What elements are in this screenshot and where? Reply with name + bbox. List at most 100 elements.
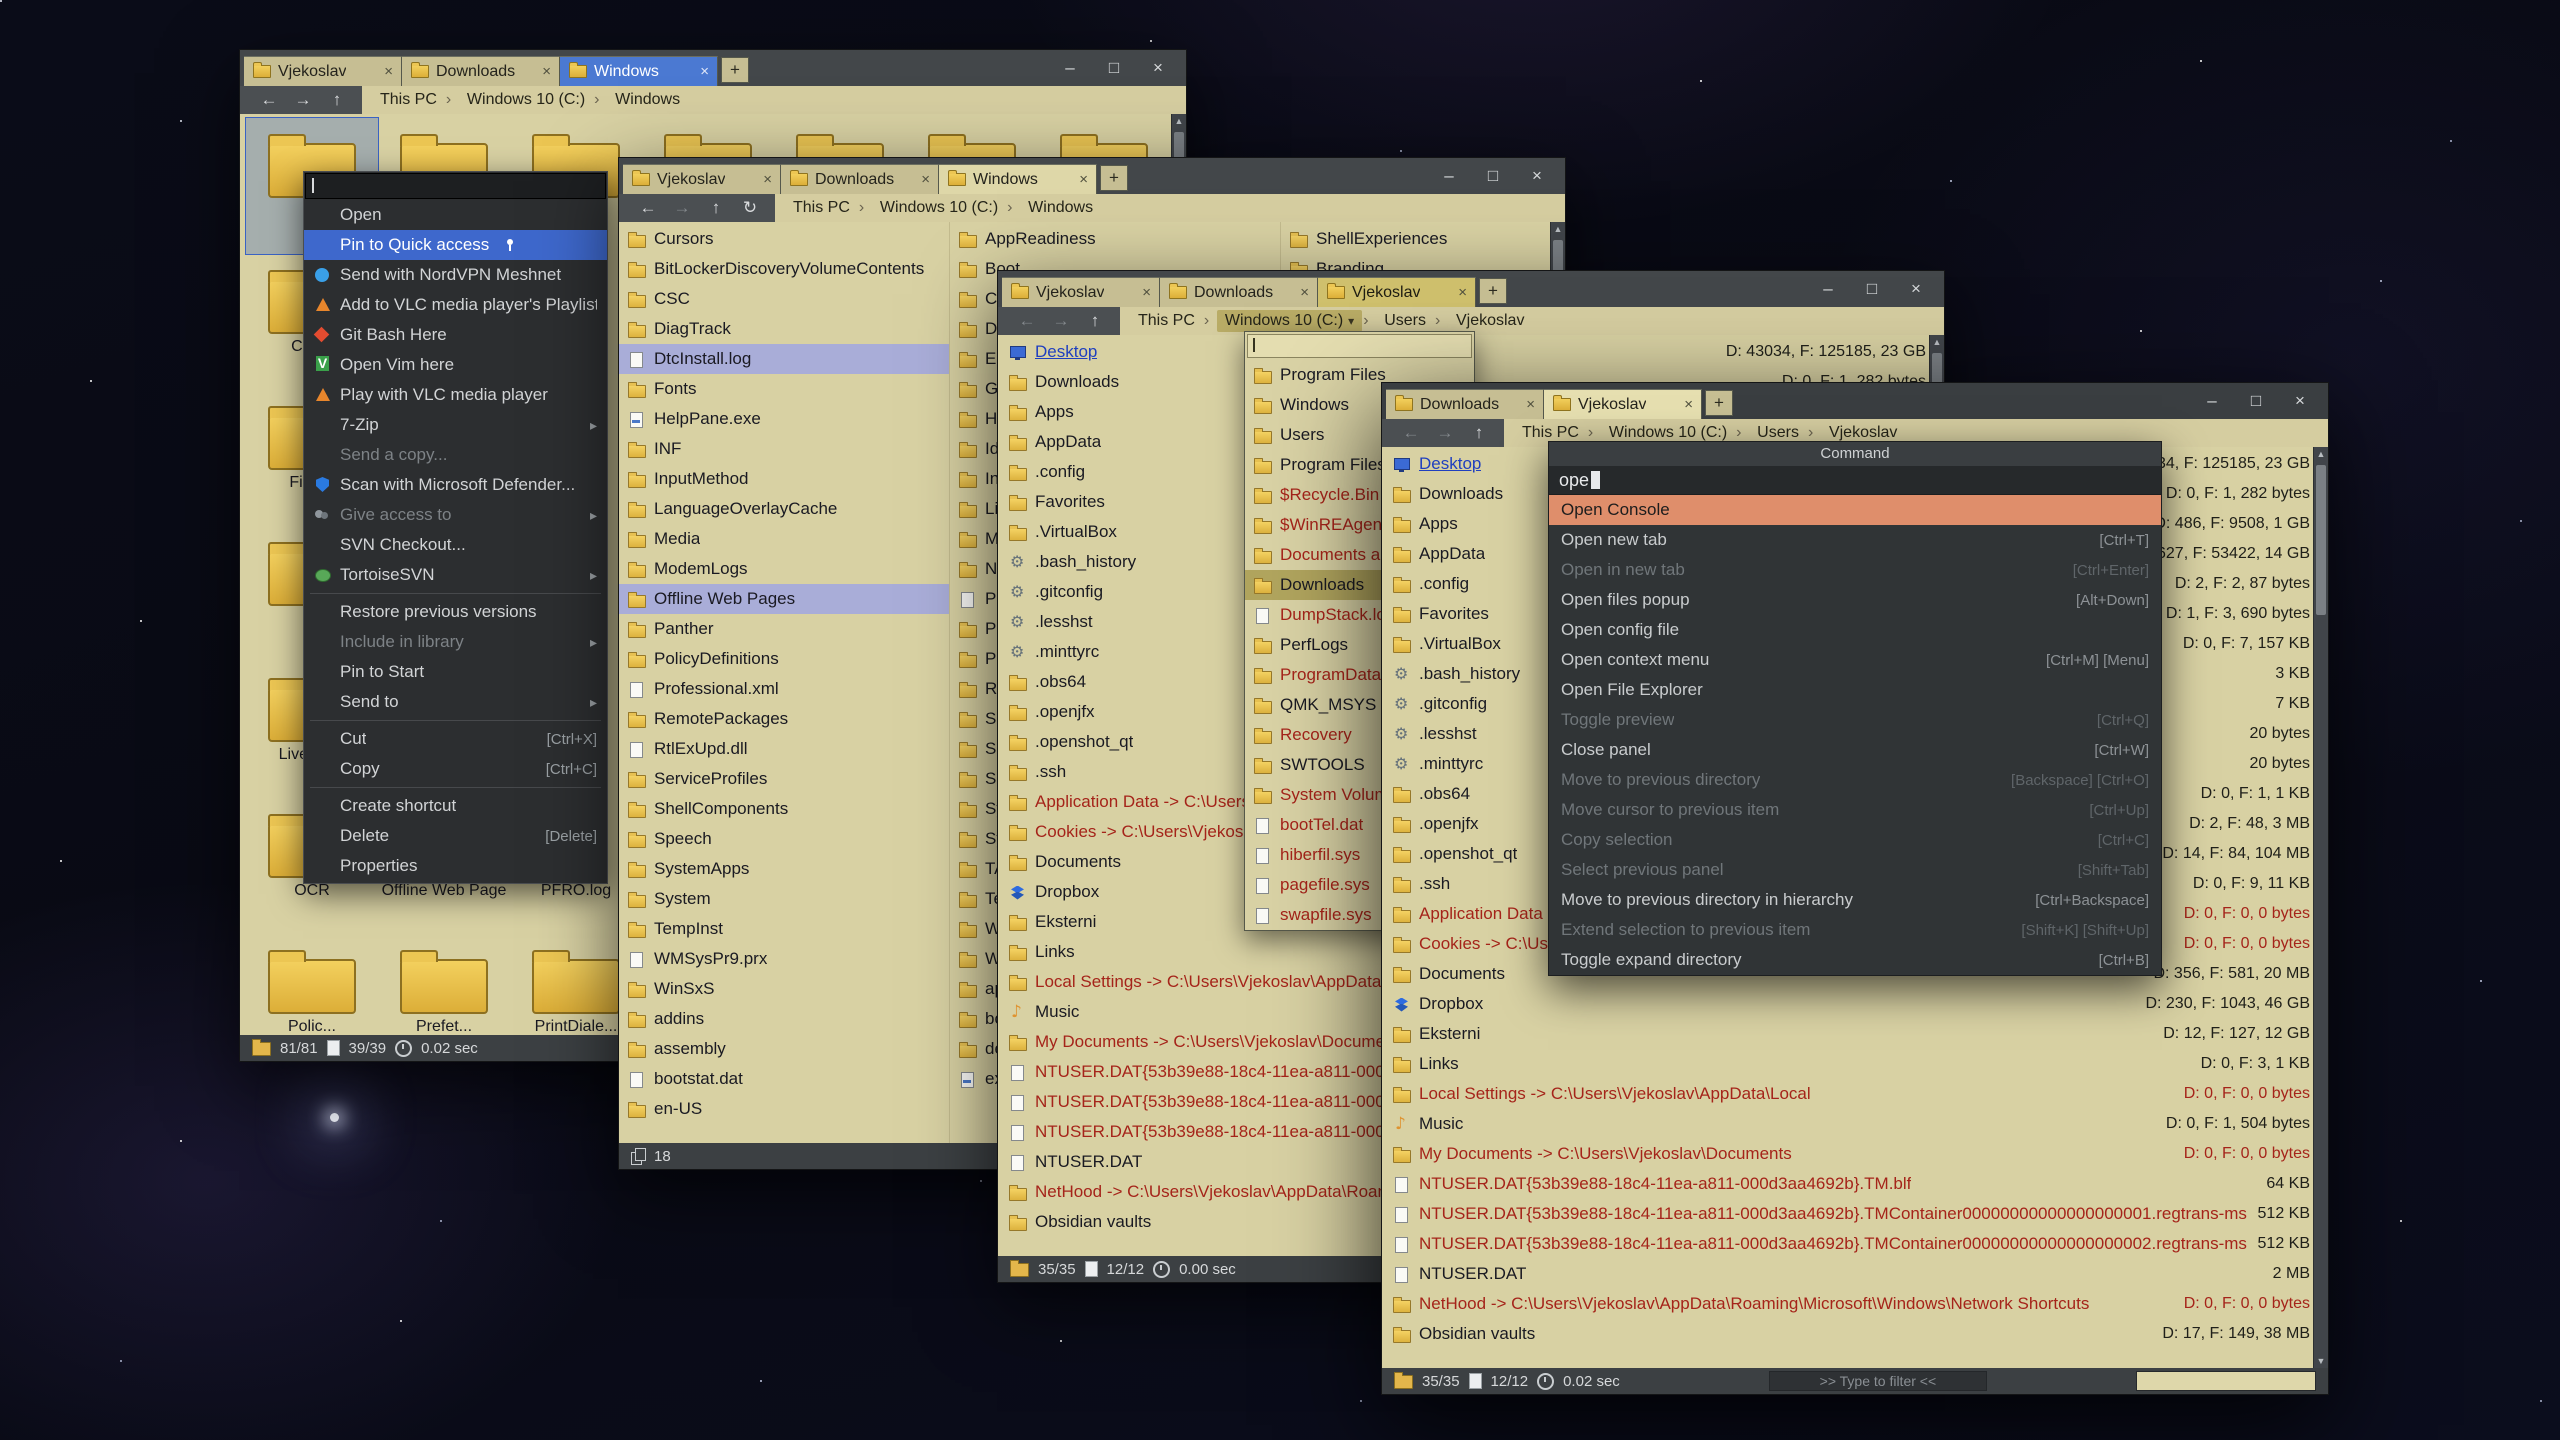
file-row[interactable]: RemotePackages <box>619 704 949 734</box>
tab-close-icon[interactable]: × <box>1526 397 1535 412</box>
minimize-button[interactable]: – <box>1429 163 1469 189</box>
maximize-button[interactable]: □ <box>2236 388 2276 414</box>
tab[interactable]: Vjekoslav × <box>1544 389 1702 419</box>
nav-button[interactable]: ↑ <box>322 88 352 112</box>
context-menu-item[interactable]: Delete ▸ [Delete] <box>304 821 607 851</box>
breadcrumb-segment[interactable]: Windows 10 (C:)▾ <box>872 197 1006 219</box>
scroll-down-icon[interactable]: ▼ <box>2314 1354 2328 1368</box>
context-menu-item[interactable]: Send a copy... ▸ <box>304 440 607 470</box>
file-row[interactable]: TempInst <box>619 914 949 944</box>
context-menu-item[interactable]: ▸ <box>304 590 607 597</box>
file-row[interactable]: LanguageOverlayCache <box>619 494 949 524</box>
context-menu-item[interactable]: Add to VLC media player's Playlist ▸ <box>304 290 607 320</box>
context-menu-item[interactable]: SVN Checkout... ▸ <box>304 530 607 560</box>
nav-button[interactable]: ← <box>1012 309 1042 333</box>
close-button[interactable]: × <box>1517 163 1557 189</box>
file-row[interactable]: My Documents -> C:\Users\Vjekoslav\Docum… <box>1382 1139 2328 1169</box>
file-row[interactable]: DiagTrack <box>619 314 949 344</box>
minimize-button[interactable]: – <box>2192 388 2232 414</box>
nav-button[interactable]: → <box>1430 421 1460 445</box>
file-row[interactable]: Fonts <box>619 374 949 404</box>
nav-button[interactable]: ↑ <box>701 196 731 220</box>
file-row[interactable]: Media <box>619 524 949 554</box>
file-row[interactable]: NetHood -> C:\Users\Vjekoslav\AppData\Ro… <box>1382 1289 2328 1319</box>
file-row[interactable]: DtcInstall.log <box>619 344 949 374</box>
nav-button[interactable]: ← <box>633 196 663 220</box>
tab-close-icon[interactable]: × <box>763 172 772 187</box>
quick-search-input[interactable] <box>2136 1371 2316 1391</box>
context-menu-search-input[interactable] <box>305 173 606 199</box>
context-menu-item[interactable]: Properties ▸ <box>304 851 607 881</box>
nav-button[interactable]: ↑ <box>1464 421 1494 445</box>
minimize-button[interactable]: – <box>1808 276 1848 302</box>
nav-button[interactable]: → <box>288 88 318 112</box>
nav-button[interactable]: → <box>667 196 697 220</box>
context-menu-item[interactable]: 7-Zip ▸ <box>304 410 607 440</box>
maximize-button[interactable]: □ <box>1473 163 1513 189</box>
command-item[interactable]: Open Console <box>1549 495 2161 525</box>
tab-close-icon[interactable]: × <box>1079 172 1088 187</box>
file-row[interactable]: InputMethod <box>619 464 949 494</box>
titlebar[interactable]: Vjekoslav × Downloads × Vjekoslav × + – … <box>998 271 1944 307</box>
command-item[interactable]: Move to previous directory in hierarchy … <box>1549 885 2161 915</box>
scroll-up-icon[interactable]: ▲ <box>1930 335 1944 349</box>
file-row[interactable]: Dropbox D: 230, F: 1043, 46 GB <box>1382 989 2328 1019</box>
context-menu-item[interactable]: Pin to Start ▸ <box>304 657 607 687</box>
file-row[interactable]: RtlExUpd.dll <box>619 734 949 764</box>
new-tab-button[interactable]: + <box>1479 278 1507 304</box>
file-row[interactable]: AppReadiness <box>950 224 1280 254</box>
maximize-button[interactable]: □ <box>1094 55 1134 81</box>
file-row[interactable]: BitLockerDiscoveryVolumeContents <box>619 254 949 284</box>
command-item[interactable]: Toggle expand directory [Ctrl+B] <box>1549 945 2161 975</box>
tab[interactable]: Windows × <box>939 164 1097 194</box>
breadcrumb-segment[interactable]: Windows▾ <box>607 89 688 111</box>
command-item[interactable]: Open config file <box>1549 615 2161 645</box>
tab[interactable]: Vjekoslav × <box>1318 277 1476 307</box>
context-menu-item[interactable]: Git Bash Here ▸ <box>304 320 607 350</box>
file-row[interactable]: ShellComponents <box>619 794 949 824</box>
file-row[interactable]: NTUSER.DAT{53b39e88-18c4-11ea-a811-000d3… <box>1382 1199 2328 1229</box>
context-menu-item[interactable]: Play with VLC media player ▸ <box>304 380 607 410</box>
command-item[interactable]: Copy selection [Ctrl+C] <box>1549 825 2161 855</box>
nav-button[interactable]: → <box>1046 309 1076 333</box>
vertical-scrollbar[interactable]: ▲ ▼ <box>2313 447 2328 1368</box>
breadcrumb-segment[interactable]: Windows 10 (C:)▾ <box>1217 310 1362 332</box>
file-row[interactable]: ModemLogs <box>619 554 949 584</box>
file-row[interactable]: Local Settings -> C:\Users\Vjekoslav\App… <box>1382 1079 2328 1109</box>
scrollbar-thumb[interactable] <box>2316 465 2326 615</box>
tab[interactable]: Downloads × <box>1386 389 1544 419</box>
scroll-up-icon[interactable]: ▲ <box>1551 222 1565 236</box>
minimize-button[interactable]: – <box>1050 55 1090 81</box>
titlebar[interactable]: Vjekoslav × Downloads × Windows × + – □ … <box>240 50 1186 86</box>
breadcrumb-segment[interactable]: Windows 10 (C:)▾ <box>459 89 593 111</box>
file-row[interactable]: Speech <box>619 824 949 854</box>
file-row[interactable]: Cursors <box>619 224 949 254</box>
context-menu-item[interactable]: TortoiseSVN ▸ <box>304 560 607 590</box>
titlebar[interactable]: Downloads × Vjekoslav × + – □ × <box>1382 383 2328 419</box>
file-row[interactable]: Professional.xml <box>619 674 949 704</box>
scroll-up-icon[interactable]: ▲ <box>2314 447 2328 461</box>
command-item[interactable]: Open File Explorer <box>1549 675 2161 705</box>
dropdown-filter-input[interactable] <box>1247 334 1472 358</box>
context-menu-item[interactable]: Send with NordVPN Meshnet ▸ <box>304 260 607 290</box>
file-row[interactable]: NTUSER.DAT{53b39e88-18c4-11ea-a811-000d3… <box>1382 1169 2328 1199</box>
tab[interactable]: Vjekoslav × <box>244 56 402 86</box>
file-row[interactable]: en-US <box>619 1094 949 1124</box>
maximize-button[interactable]: □ <box>1852 276 1892 302</box>
breadcrumb-segment[interactable]: This PC▾ <box>372 89 445 111</box>
context-menu-item[interactable]: ▸ <box>304 717 607 724</box>
file-row[interactable]: Eksterni D: 12, F: 127, 12 GB <box>1382 1019 2328 1049</box>
command-item[interactable]: Close panel [Ctrl+W] <box>1549 735 2161 765</box>
close-button[interactable]: × <box>1896 276 1936 302</box>
tab[interactable]: Downloads × <box>402 56 560 86</box>
new-tab-button[interactable]: + <box>1100 165 1128 191</box>
tab[interactable]: Downloads × <box>781 164 939 194</box>
tab-close-icon[interactable]: × <box>1684 397 1693 412</box>
command-item[interactable]: Extend selection to previous item [Shift… <box>1549 915 2161 945</box>
command-item[interactable]: Open new tab [Ctrl+T] <box>1549 525 2161 555</box>
tab-close-icon[interactable]: × <box>921 172 930 187</box>
tab[interactable]: Vjekoslav × <box>623 164 781 194</box>
scroll-up-icon[interactable]: ▲ <box>1172 114 1186 128</box>
close-button[interactable]: × <box>1138 55 1178 81</box>
tab-close-icon[interactable]: × <box>384 64 393 79</box>
